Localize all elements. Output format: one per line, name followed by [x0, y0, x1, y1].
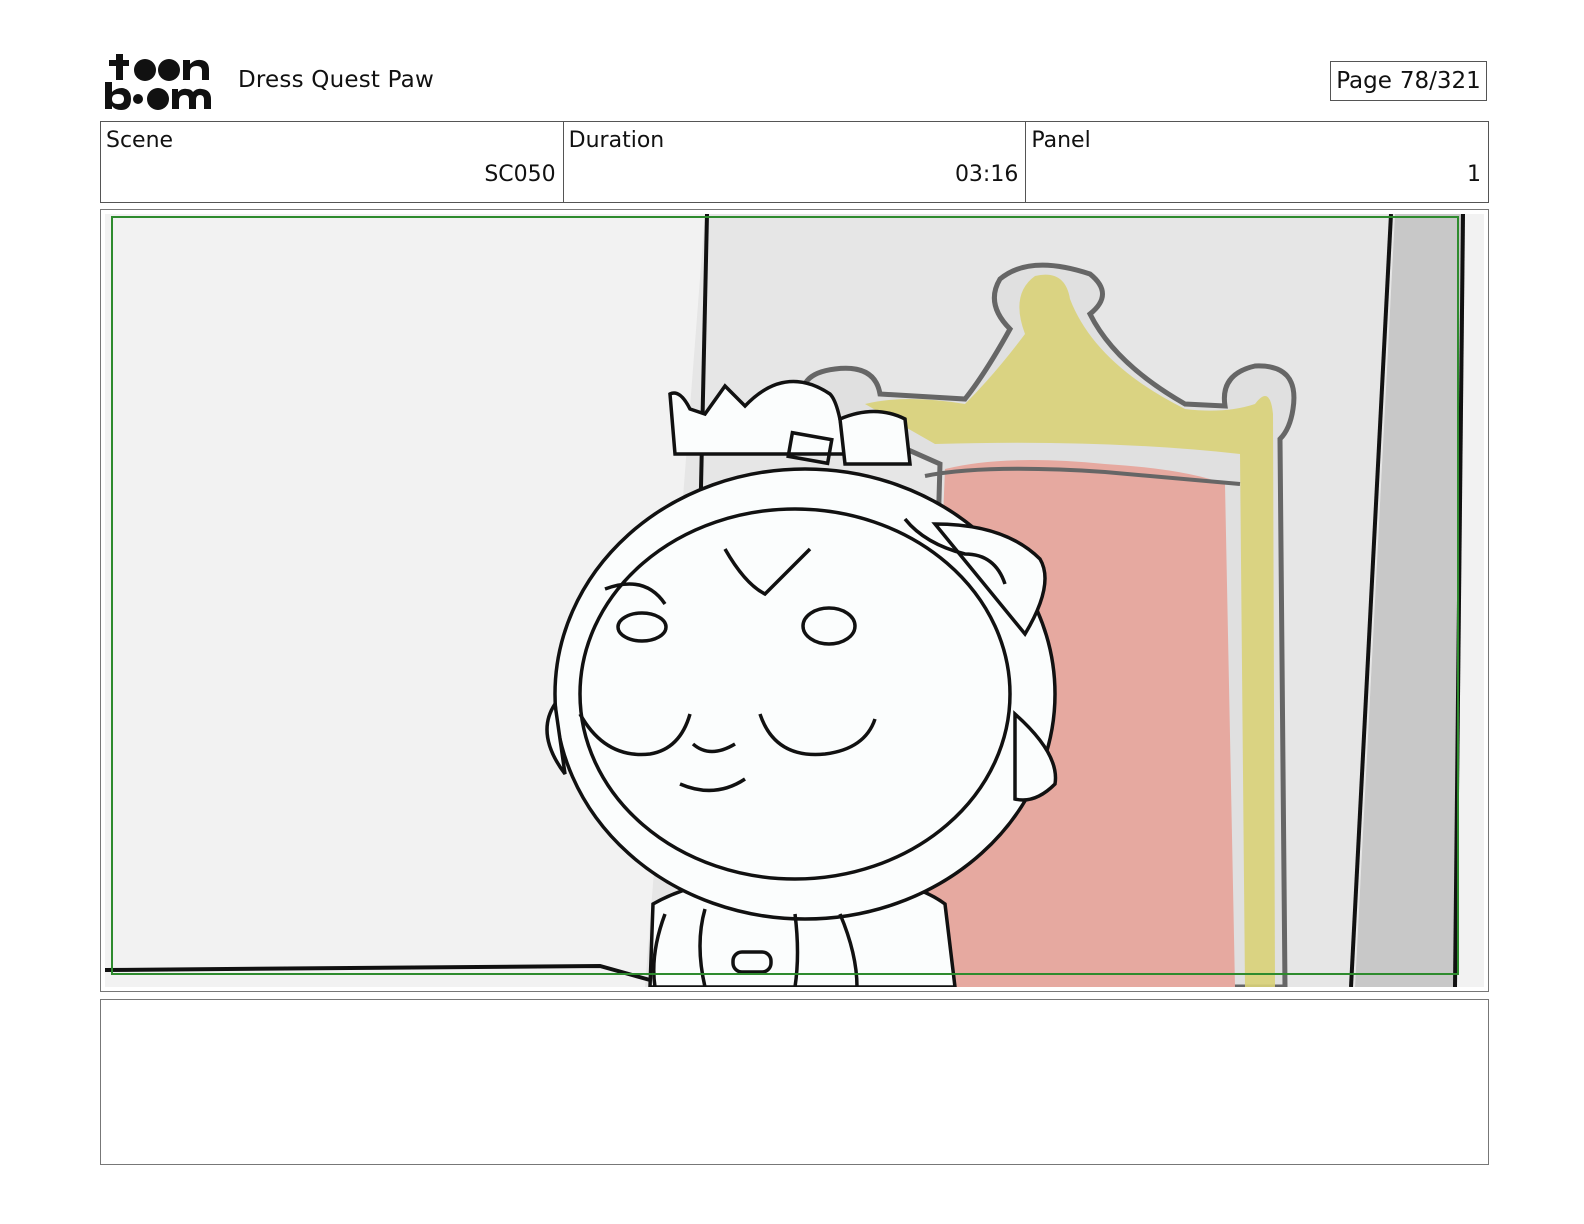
page-number: 78/321 [1399, 68, 1481, 94]
page-label: Page [1336, 68, 1392, 94]
page-indicator: Page 78/321 [1330, 61, 1487, 101]
scene-value: SC050 [484, 162, 556, 187]
panel-label: Panel [1031, 128, 1091, 153]
panel-info-table: Scene SC050 Duration 03:16 Panel 1 [100, 121, 1489, 203]
scene-cell: Scene SC050 [101, 122, 564, 202]
storyboard-panel [100, 209, 1489, 992]
panel-notes-area[interactable] [100, 999, 1489, 1165]
duration-value: 03:16 [954, 162, 1019, 187]
duration-label: Duration [568, 128, 665, 153]
duration-cell: Duration 03:16 [564, 122, 1027, 202]
scene-label: Scene [106, 128, 174, 153]
panel-cell: Panel 1 [1026, 122, 1488, 202]
panel-value: 1 [1467, 162, 1482, 187]
storyboard-drawing-icon [105, 214, 1484, 987]
project-title: Dress Quest Paw [238, 67, 434, 93]
toon-boom-logo: toon [105, 54, 211, 110]
